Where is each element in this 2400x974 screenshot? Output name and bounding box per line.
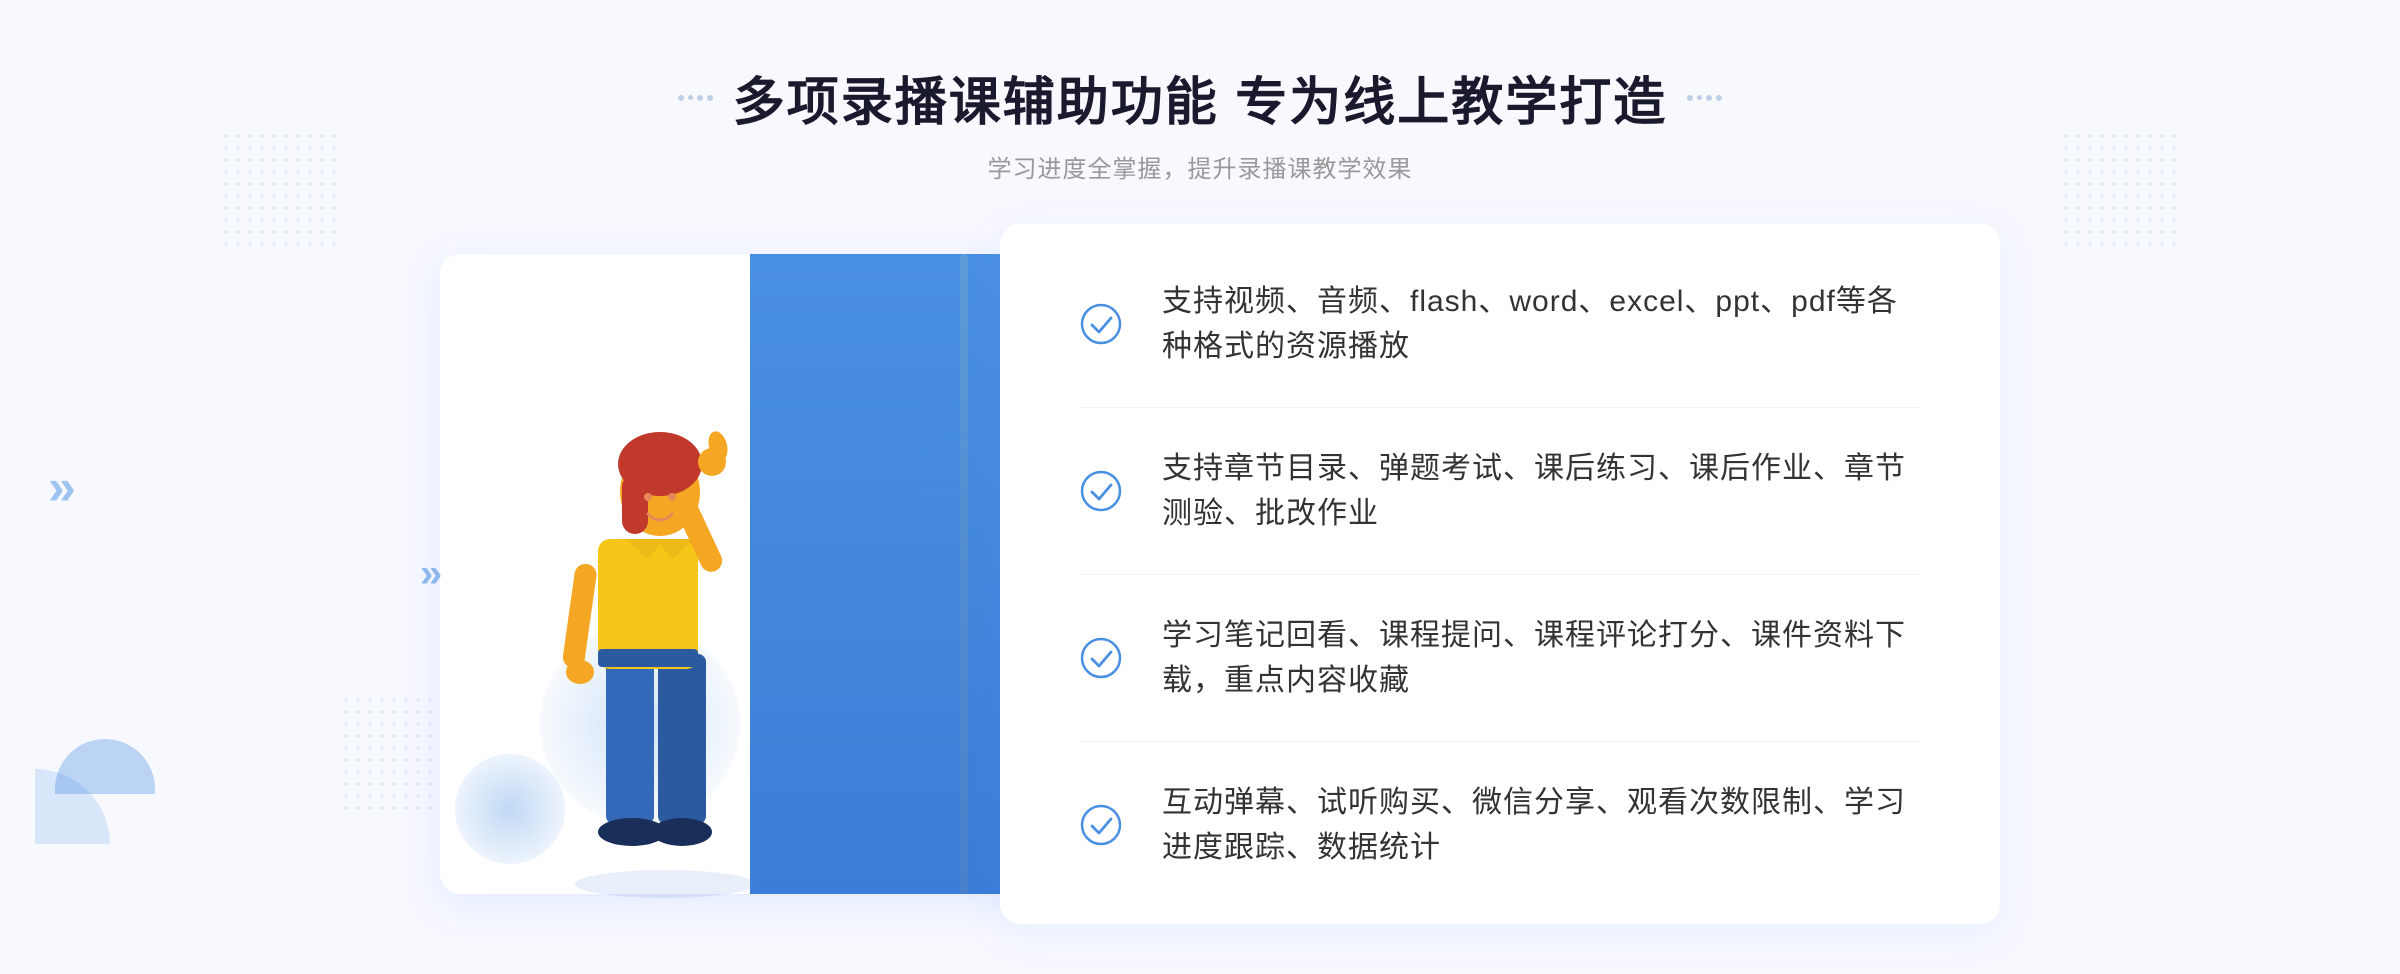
- feature-text-2: 支持章节目录、弹题考试、课后练习、课后作业、章节测验、批改作业: [1162, 446, 1920, 536]
- header-section: 多项录播课辅助功能 专为线上教学打造 学习进度全掌握，提升录播课教学效果: [0, 0, 2400, 184]
- feature-text-1: 支持视频、音频、flash、word、excel、ppt、pdf等各种格式的资源…: [1162, 279, 1920, 369]
- dot-1: [678, 95, 684, 101]
- main-title: 多项录播课辅助功能 专为线上教学打造: [733, 60, 1667, 135]
- svg-text:✦: ✦: [595, 381, 607, 397]
- dot-2: [688, 95, 693, 100]
- feature-item-4: 互动弹幕、试听购买、微信分享、观看次数限制、学习进度跟踪、数据统计: [1080, 742, 1920, 908]
- content-area: » ✦ ✦: [400, 224, 2000, 924]
- dot-5: [1687, 95, 1693, 101]
- dot-3: [697, 95, 703, 101]
- feature-text-4: 互动弹幕、试听购买、微信分享、观看次数限制、学习进度跟踪、数据统计: [1162, 780, 1920, 870]
- title-row: 多项录播课辅助功能 专为线上教学打造: [0, 60, 2400, 135]
- check-icon-1: [1080, 303, 1122, 345]
- page-container: 多项录播课辅助功能 专为线上教学打造 学习进度全掌握，提升录播课教学效果: [0, 0, 2400, 974]
- dot-7: [1706, 95, 1712, 101]
- stripe-decoration: [920, 404, 990, 524]
- person-illustration: ✦ ✦: [480, 344, 820, 904]
- dot-6: [1697, 95, 1702, 100]
- check-icon-3: [1080, 637, 1122, 679]
- feature-item-1: 支持视频、音频、flash、word、excel、ppt、pdf等各种格式的资源…: [1080, 241, 1920, 408]
- title-dots-left: [678, 95, 713, 101]
- title-dots-right: [1687, 95, 1722, 101]
- stripe-1: [920, 404, 990, 412]
- stripe-4: [920, 446, 990, 454]
- feature-item-2: 支持章节目录、弹题考试、课后练习、课后作业、章节测验、批改作业: [1080, 408, 1920, 575]
- check-icon-2: [1080, 470, 1122, 512]
- stripe-6: [920, 474, 990, 482]
- illustration-area: » ✦ ✦: [400, 224, 1020, 924]
- feature-item-3: 学习笔记回看、课程提问、课程评论打分、课件资料下载，重点内容收藏: [1080, 575, 1920, 742]
- feature-text-3: 学习笔记回看、课程提问、课程评论打分、课件资料下载，重点内容收藏: [1162, 613, 1920, 703]
- chevron-left-icon: »: [420, 552, 442, 597]
- svg-text:✦: ✦: [570, 394, 588, 419]
- vertical-accent: [960, 254, 968, 894]
- stripe-2: [920, 418, 990, 426]
- dot-4: [707, 95, 713, 101]
- stripe-7: [920, 488, 990, 496]
- features-panel: 支持视频、音频、flash、word、excel、ppt、pdf等各种格式的资源…: [1000, 224, 2000, 924]
- dot-8: [1716, 95, 1722, 101]
- check-icon-4: [1080, 804, 1122, 846]
- subtitle: 学习进度全掌握，提升录播课教学效果: [0, 149, 2400, 184]
- stripe-3: [920, 432, 990, 440]
- chevron-double-right-icon: »: [48, 458, 76, 516]
- stripe-5: [920, 460, 990, 468]
